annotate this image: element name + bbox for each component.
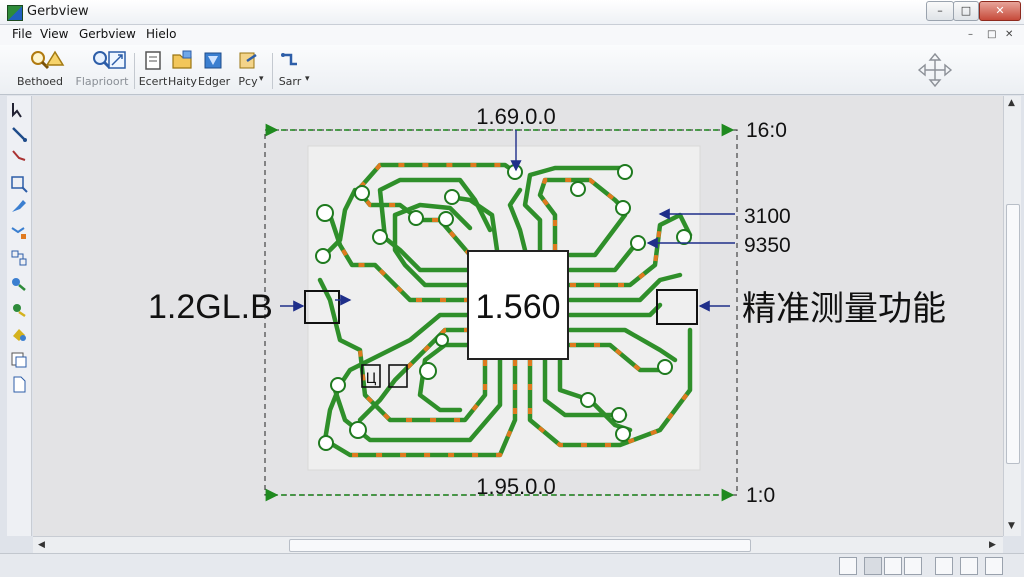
pcb-canvas[interactable]: 1.69.0.0 1.95.0.0 16:0 1:0 3100 9350 1.2… <box>33 96 1003 536</box>
folder-icon <box>172 50 192 69</box>
title-bar: Gerbview – □ ✕ <box>0 0 1024 25</box>
menu-help[interactable]: Hielo <box>146 27 176 41</box>
toolbar-edger-label: Edger <box>198 75 231 88</box>
mdi-restore-button[interactable]: □ <box>987 29 996 40</box>
toolbar-haity-label: Haity <box>168 75 197 88</box>
mdi-close-button[interactable]: ✕ <box>1005 29 1013 40</box>
window-title: Gerbview <box>27 4 89 19</box>
vertical-scroll-thumb[interactable] <box>1006 204 1020 464</box>
scroll-down-icon[interactable]: ▼ <box>1008 521 1015 531</box>
status-zoom-icon[interactable] <box>904 557 922 575</box>
document-icon <box>145 51 161 70</box>
close-button[interactable]: ✕ <box>979 1 1021 21</box>
status-table-icon[interactable] <box>935 557 953 575</box>
measure-value-2: 9350 <box>744 234 791 257</box>
select-arrow-icon[interactable] <box>9 100 29 120</box>
zoom-fit-icon <box>108 51 126 69</box>
pad-icon[interactable] <box>9 300 29 320</box>
layers-icon <box>45 50 65 66</box>
toolbar: Bethoed Flaprioort Ecert Haity Edger Pcy… <box>0 45 1024 95</box>
toolbar-zoom-fit-button[interactable] <box>106 48 128 92</box>
right-bottom-value: 1:0 <box>746 484 775 507</box>
pcb-drawing[interactable]: 1.69.0.0 1.95.0.0 16:0 1:0 3100 9350 1.2… <box>33 96 1003 536</box>
status-bar <box>0 553 1024 577</box>
route-icon <box>281 53 297 66</box>
toolbar-layers-button[interactable] <box>44 48 66 92</box>
mdi-minimize-button[interactable]: – <box>968 29 973 40</box>
grid-icon[interactable] <box>9 248 29 268</box>
vertical-scrollbar[interactable]: ▲ ▼ <box>1003 96 1021 536</box>
net-icon[interactable] <box>9 274 29 294</box>
menu-gerbview[interactable]: Gerbview <box>79 27 136 41</box>
horizontal-scroll-thumb[interactable] <box>289 539 751 552</box>
layer-icon[interactable] <box>9 350 29 370</box>
book-icon <box>204 52 222 69</box>
tool-palette <box>7 96 32 536</box>
menu-view[interactable]: View <box>40 27 68 41</box>
toolbar-edger-button[interactable]: Edger <box>198 48 231 92</box>
bottom-dimension-text: 1.95.0.0 <box>476 474 556 499</box>
pcy-dropdown-icon[interactable]: ▾ <box>259 74 264 84</box>
toolbar-ecert-label: Ecert <box>138 75 168 88</box>
page-icon[interactable] <box>9 374 29 394</box>
minimize-button[interactable]: – <box>926 1 954 21</box>
status-layout-icon[interactable] <box>839 557 857 575</box>
menu-bar: File View Gerbview Hielo – □ ✕ <box>0 25 1024 45</box>
export-icon <box>239 52 257 69</box>
move-icon[interactable] <box>917 52 953 88</box>
precision-measure-label: 精准测量功能 <box>742 289 946 329</box>
status-settings-icon[interactable] <box>960 557 978 575</box>
rect-select-icon[interactable] <box>9 174 29 194</box>
paint-icon[interactable] <box>9 324 29 344</box>
status-view-icon[interactable] <box>884 557 902 575</box>
chip-label: 1.560 <box>475 288 560 326</box>
menu-file[interactable]: File <box>12 27 32 41</box>
toolbar-separator <box>134 53 135 89</box>
scroll-left-icon[interactable]: ◀ <box>38 540 45 550</box>
restore-button[interactable]: □ <box>953 1 979 21</box>
toolbar-haity-button[interactable]: Haity <box>168 48 197 92</box>
top-dimension-text: 1.69.0.0 <box>476 104 556 129</box>
toolbar-ecert-button[interactable]: Ecert <box>138 48 168 92</box>
left-measure-label: 1.2GL.B <box>148 288 273 326</box>
right-top-value: 16:0 <box>746 119 787 142</box>
scroll-right-icon[interactable]: ▶ <box>989 540 996 550</box>
small-box-text: Ц <box>366 371 377 387</box>
measure-icon[interactable] <box>9 222 29 242</box>
sarr-dropdown-icon[interactable]: ▾ <box>305 74 310 84</box>
toolbar-sarr-button[interactable]: Sarr <box>275 48 305 92</box>
toolbar-separator <box>272 53 273 89</box>
highlight-icon[interactable] <box>9 196 29 216</box>
route-tool-icon[interactable] <box>9 124 29 144</box>
toolbar-sarr-label: Sarr <box>278 75 302 88</box>
status-resize-icon[interactable] <box>985 557 1003 575</box>
status-grid-icon[interactable] <box>864 557 882 575</box>
app-icon <box>7 5 23 21</box>
measure-value-1: 3100 <box>744 205 791 228</box>
wire-icon[interactable] <box>9 146 29 166</box>
toolbar-pcy-button[interactable]: Pcy <box>230 48 266 92</box>
horizontal-scrollbar[interactable]: ◀ ▶ <box>33 536 1003 554</box>
scroll-up-icon[interactable]: ▲ <box>1008 98 1015 108</box>
